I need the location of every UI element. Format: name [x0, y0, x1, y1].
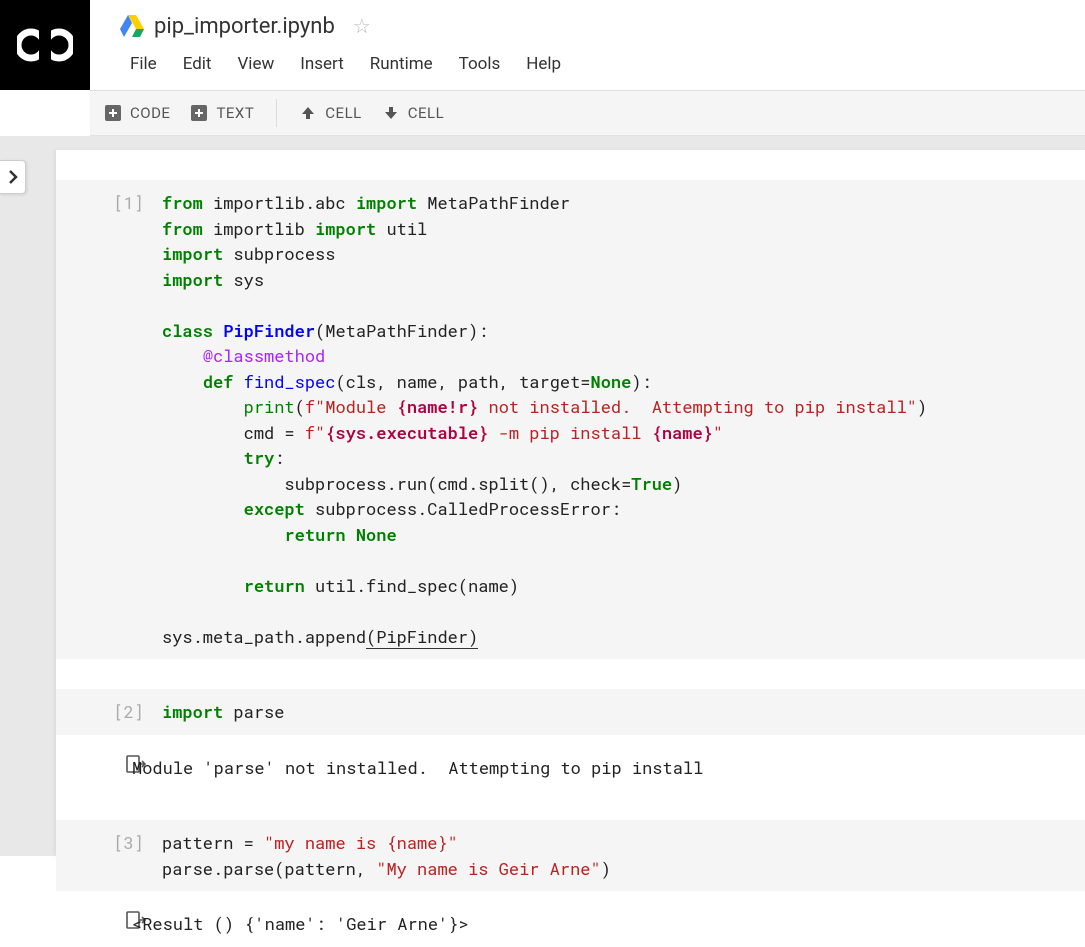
output-text: <Result () {'name': 'Geir Arne'}>: [132, 911, 1085, 937]
add-text-button[interactable]: TEXT: [180, 98, 264, 128]
add-code-label: CODE: [130, 104, 170, 122]
menu-file[interactable]: File: [120, 50, 167, 78]
notebook-paper: [1] from importlib.abc import MetaPathFi…: [56, 150, 1085, 856]
left-gutter: [0, 136, 42, 856]
menu-insert[interactable]: Insert: [290, 50, 354, 78]
title-row: pip_importer.ipynb ☆: [120, 0, 1085, 44]
cell-input[interactable]: [1] from importlib.abc import MetaPathFi…: [56, 180, 1085, 659]
cell-down-button[interactable]: CELL: [372, 98, 454, 128]
arrow-up-icon: [299, 104, 317, 122]
cell-prompt: [3]: [86, 830, 162, 856]
menu-edit[interactable]: Edit: [173, 50, 222, 78]
output-icon[interactable]: [86, 911, 132, 933]
menu-bar: File Edit View Insert Runtime Tools Help: [120, 44, 1085, 84]
menu-tools[interactable]: Tools: [449, 50, 511, 78]
code-cell: [3] pattern = "my name is {name}" parse.…: [56, 820, 1085, 947]
notebook-area: [1] from importlib.abc import MetaPathFi…: [42, 136, 1085, 856]
menu-view[interactable]: View: [227, 50, 284, 78]
add-text-label: TEXT: [216, 104, 254, 122]
output-icon[interactable]: [86, 755, 132, 777]
cell-up-label: CELL: [325, 104, 361, 122]
menu-help[interactable]: Help: [516, 50, 571, 78]
notebook-title[interactable]: pip_importer.ipynb: [154, 14, 335, 39]
drive-icon: [120, 15, 144, 37]
menu-runtime[interactable]: Runtime: [360, 50, 443, 78]
expand-sidebar-button[interactable]: [0, 160, 26, 194]
cell-prompt: [2]: [86, 699, 162, 725]
colab-logo-icon: [17, 27, 73, 63]
code-content: from importlib.abc import MetaPathFinder…: [162, 190, 1085, 649]
code-cell: [2] import parse Module 'parse' not inst…: [56, 689, 1085, 790]
code-content: import parse: [162, 699, 1085, 725]
add-code-button[interactable]: CODE: [94, 98, 180, 128]
output-text: Module 'parse' not installed. Attempting…: [132, 755, 1085, 781]
cell-prompt: [1]: [86, 190, 162, 216]
cell-up-button[interactable]: CELL: [289, 98, 371, 128]
colab-logo: [0, 0, 90, 90]
star-icon[interactable]: ☆: [353, 14, 371, 38]
cell-input[interactable]: [2] import parse: [56, 689, 1085, 735]
header: pip_importer.ipynb ☆ File Edit View Inse…: [90, 0, 1085, 90]
cell-output: Module 'parse' not installed. Attempting…: [56, 735, 1085, 791]
cell-output: <Result () {'name': 'Geir Arne'}>: [56, 891, 1085, 947]
toolbar: CODE TEXT CELL CELL: [90, 90, 1085, 136]
toolbar-separator: [276, 99, 277, 127]
arrow-down-icon: [382, 104, 400, 122]
code-cell: [1] from importlib.abc import MetaPathFi…: [56, 180, 1085, 659]
cell-down-label: CELL: [408, 104, 444, 122]
plus-icon: [104, 104, 122, 122]
plus-icon: [190, 104, 208, 122]
chevron-right-icon: [8, 170, 18, 184]
